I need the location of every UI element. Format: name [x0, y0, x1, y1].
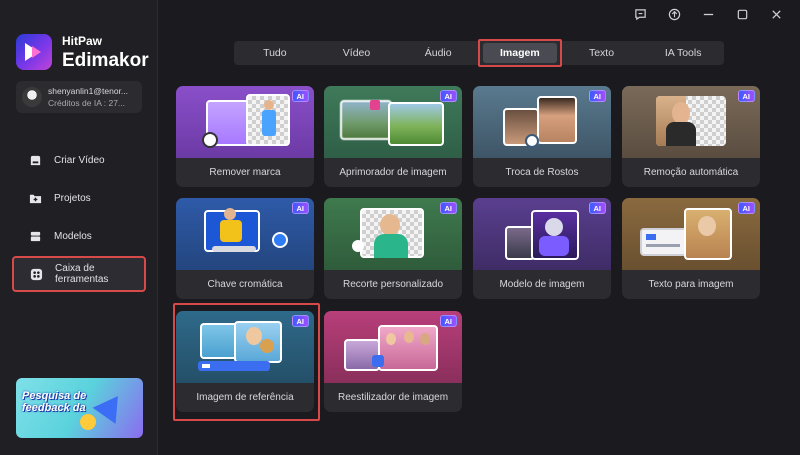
feedback-text: Pesquisa de feedback da	[22, 390, 87, 414]
user-account-card[interactable]: shenyanlin1@tenor... Créditos de IA : 27…	[16, 81, 142, 113]
ai-badge: AI	[737, 202, 755, 214]
sidebar-item-label: Modelos	[54, 230, 92, 242]
tab-text[interactable]: Texto	[561, 41, 643, 65]
tool-label: Imagem de referência	[196, 392, 294, 403]
window-controls	[632, 6, 784, 22]
create-video-icon	[28, 153, 42, 167]
projects-icon	[28, 191, 42, 205]
brand-line1: HitPaw	[62, 33, 103, 48]
ai-badge: AI	[439, 315, 457, 327]
sidebar-item-label: Criar Vídeo	[54, 154, 105, 166]
tool-label: Texto para imagem	[648, 279, 734, 290]
ai-badge: AI	[588, 90, 606, 102]
ai-badge: AI	[439, 202, 457, 214]
tool-card-custom-cutout[interactable]: AI Recorte personalizado	[324, 198, 462, 299]
maximize-icon[interactable]	[734, 6, 750, 22]
sidebar-item-label: Caixa de ferramentas	[55, 263, 109, 285]
tool-card-image-restyler[interactable]: AI Reestilizador de imagem	[324, 311, 462, 412]
sidebar-nav: Criar Vídeo Projetos Modelos Caixa de fe…	[12, 142, 146, 294]
tool-label: Recorte personalizado	[342, 279, 444, 290]
category-tabs: Tudo Vídeo Áudio Imagem Texto IA Tools	[234, 39, 724, 67]
tool-card-image-enhancer[interactable]: AI Aprimorador de imagem	[324, 86, 462, 187]
tab-video[interactable]: Vídeo	[316, 41, 398, 65]
tab-image[interactable]: Imagem	[478, 39, 562, 67]
close-icon[interactable]	[768, 6, 784, 22]
sidebar-item-projects[interactable]: Projetos	[12, 180, 146, 216]
tool-card-text-to-image[interactable]: AI Texto para imagem	[622, 198, 760, 299]
tool-card-face-swap[interactable]: AI Troca de Rostos	[473, 86, 611, 187]
tool-label: Aprimorador de imagem	[339, 167, 447, 178]
tool-label: Remover marca	[209, 167, 281, 178]
tool-label: Reestilizador de imagem	[337, 392, 449, 403]
ai-badge: AI	[291, 202, 309, 214]
tool-card-reference-image[interactable]: AI Imagem de referência	[173, 303, 320, 421]
avatar[interactable]	[22, 87, 42, 107]
ai-badge: AI	[439, 90, 457, 102]
tool-label: Modelo de imagem	[499, 279, 585, 290]
tool-label: Chave cromática	[207, 279, 283, 290]
sidebar-item-label: Projetos	[54, 192, 91, 204]
sidebar-item-toolbox[interactable]: Caixa de ferramentas	[12, 256, 146, 292]
emoji-icon	[80, 414, 96, 430]
ai-badge: AI	[291, 90, 309, 102]
tab-ai-tools[interactable]: IA Tools	[642, 41, 724, 65]
brand: HitPaw Edimakor	[16, 34, 149, 70]
sidebar-item-create-video[interactable]: Criar Vídeo	[12, 142, 146, 178]
feedback-survey-banner[interactable]: Pesquisa de feedback da	[16, 378, 143, 438]
tab-all[interactable]: Tudo	[234, 41, 316, 65]
tool-card-image-model[interactable]: AI Modelo de imagem	[473, 198, 611, 299]
upload-icon[interactable]	[666, 6, 682, 22]
tool-card-chroma-key[interactable]: AI Chave cromática	[176, 198, 314, 299]
tool-label: Troca de Rostos	[505, 167, 579, 178]
ai-badge: AI	[737, 90, 755, 102]
tool-card-remove-watermark[interactable]: AI Remover marca	[176, 86, 314, 187]
tool-card-auto-remove[interactable]: AI Remoção automática	[622, 86, 760, 187]
tab-audio[interactable]: Áudio	[397, 41, 479, 65]
user-email: shenyanlin1@tenor...	[48, 86, 128, 96]
sidebar-item-templates[interactable]: Modelos	[12, 218, 146, 254]
toolbox-icon	[30, 267, 43, 281]
minimize-icon[interactable]	[700, 6, 716, 22]
edimakor-logo-icon	[16, 34, 52, 70]
brand-line2: Edimakor	[62, 49, 149, 71]
ai-badge: AI	[291, 315, 309, 327]
ai-credits: Créditos de IA : 27...	[48, 98, 126, 108]
sidebar: HitPaw Edimakor shenyanlin1@tenor... Cré…	[0, 0, 158, 455]
tool-label: Remoção automática	[643, 167, 739, 178]
templates-icon	[28, 229, 42, 243]
feedback-icon[interactable]	[632, 6, 648, 22]
ai-badge: AI	[588, 202, 606, 214]
